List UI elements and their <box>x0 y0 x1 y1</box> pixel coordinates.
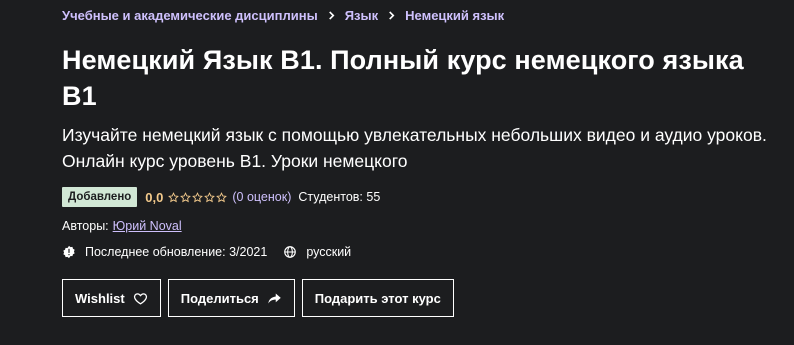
breadcrumb-item-german[interactable]: Немецкий язык <box>405 8 504 23</box>
breadcrumb-item-disciplines[interactable]: Учебные и академические дисциплины <box>62 8 318 23</box>
wishlist-label: Wishlist <box>75 290 125 306</box>
authors-label: Авторы: <box>62 219 109 233</box>
star-outline-icon <box>204 191 216 202</box>
rating-value: 0,0 <box>145 189 164 205</box>
author-link[interactable]: Юрий Noval <box>113 219 182 233</box>
breadcrumb-item-language[interactable]: Язык <box>345 8 378 23</box>
star-outline-icon <box>168 191 180 202</box>
alert-badge-icon <box>63 245 75 259</box>
course-title: Немецкий Язык B1. Полный курс немецкого … <box>62 45 744 111</box>
language-label: русский <box>306 245 352 259</box>
star-outline-icon <box>192 191 204 202</box>
course-info-row: Последнее обновление: 3/2021 русский <box>62 245 774 259</box>
action-buttons: Wishlist Поделиться Подарить этот курс <box>62 279 774 317</box>
gift-course-button[interactable]: Подарить этот курс <box>301 279 454 317</box>
wishlist-button[interactable]: Wishlist <box>62 279 161 317</box>
reviews-count[interactable]: (0 оценок) <box>232 190 291 204</box>
course-header: Учебные и академические дисциплины Язык … <box>62 0 774 317</box>
share-arrow-icon <box>268 293 281 303</box>
breadcrumb: Учебные и академические дисциплины Язык … <box>62 6 774 24</box>
heart-icon <box>133 292 147 305</box>
last-update: Последнее обновление: 3/2021 <box>85 245 268 259</box>
share-label: Поделиться <box>180 290 259 306</box>
chevron-right-icon <box>327 10 336 20</box>
globe-icon <box>284 246 297 258</box>
status-badge: Добавлено <box>62 187 138 207</box>
students-count: Студентов: 55 <box>298 190 381 204</box>
share-button[interactable]: Поделиться <box>167 279 295 317</box>
course-meta: Добавлено 0,0 (0 оценок) Студентов: 55 <box>62 187 774 207</box>
gift-label: Подарить этот курс <box>314 290 441 306</box>
language-info: русский <box>283 245 351 259</box>
star-outline-icon <box>180 191 192 202</box>
star-outline-icon <box>216 191 228 202</box>
rating-stars <box>168 191 228 203</box>
authors-row: Авторы: Юрий Noval <box>62 219 774 233</box>
course-subtitle: Изучайте немецкий язык с помощью увлекат… <box>62 125 767 171</box>
chevron-right-icon <box>387 10 396 20</box>
